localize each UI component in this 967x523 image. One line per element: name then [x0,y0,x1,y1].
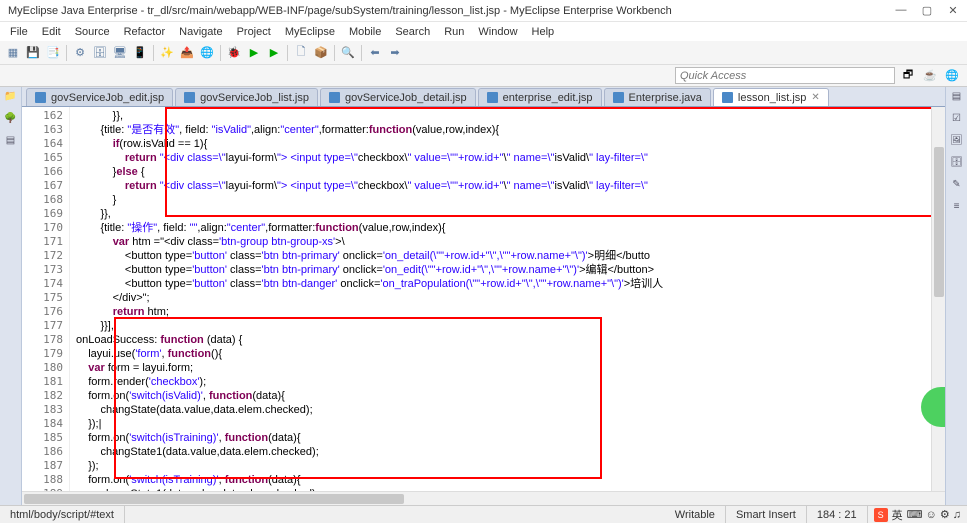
servers-icon[interactable]: 🗄 [949,157,965,173]
menu-help[interactable]: Help [526,25,561,39]
mobile-icon[interactable]: 📱 [131,44,149,62]
tasks-icon[interactable]: ☑ [949,113,965,129]
tab-label: lesson_list.jsp [738,92,806,104]
menu-myeclipse[interactable]: MyEclipse [279,25,341,39]
jsp-icon [722,92,733,103]
snippets-icon[interactable]: ✎ [949,179,965,195]
debug-icon[interactable]: 🐞 [225,44,243,62]
image-icon[interactable]: 🖼 [949,135,965,151]
menu-edit[interactable]: Edit [36,25,67,39]
status-insert: Smart Insert [726,506,807,523]
status-writable: Writable [665,506,726,523]
newclass-icon[interactable]: 🗋 [292,44,310,62]
right-trim: ▤ ☑ 🖼 🗄 ✎ ≡ [945,87,967,505]
type-hierarchy-icon[interactable]: 🌳 [3,113,19,129]
java-icon [613,92,624,103]
jsp-icon [487,92,498,103]
editor-area: govServiceJob_edit.jsp govServiceJob_lis… [22,87,945,505]
window-controls: — ▢ ✕ [895,4,959,17]
tab-enterprise-edit[interactable]: enterprise_edit.jsp [478,88,602,106]
tab-label: govServiceJob_edit.jsp [51,92,164,104]
new-icon[interactable]: ▦ [4,44,22,62]
runlast-icon[interactable]: ▶ [265,44,283,62]
ime-bar[interactable]: S 英 ⌨ ☺ ⚙ ♫ [868,507,967,523]
minimize-button[interactable]: — [895,4,907,17]
vertical-scrollbar[interactable] [931,107,945,491]
perspective-open-icon[interactable]: 🗗 [899,67,917,85]
code-editor[interactable]: 162 163 164 165 166 167 168 169 170 171 … [22,107,945,491]
package-explorer-icon[interactable]: 📁 [3,91,19,107]
menu-source[interactable]: Source [69,25,116,39]
line-numbers: 162 163 164 165 166 167 168 169 170 171 … [22,107,70,491]
outline-icon[interactable]: ▤ [949,91,965,107]
ime-lang[interactable]: 英 [892,507,903,523]
wizard-icon[interactable]: ✨ [158,44,176,62]
ime-logo-icon: S [874,508,888,522]
tab-govservicejob-edit[interactable]: govServiceJob_edit.jsp [26,88,173,106]
perspective-myeclipse-icon[interactable]: 🌐 [943,67,961,85]
toolbar: ▦ 💾 📑 ⚙ 🗄 🖥 📱 ✨ 📤 🌐 🐞 ▶ ▶ 🗋 📦 🔍 ⬅ ➡ [0,41,967,65]
window-title: MyEclipse Java Enterprise - tr_dl/src/ma… [8,5,672,17]
menu-project[interactable]: Project [231,25,277,39]
tab-label: Enterprise.java [629,92,702,104]
tab-lesson-list[interactable]: lesson_list.jsp ✕ [713,88,829,106]
back-icon[interactable]: ⬅ [366,44,384,62]
menu-file[interactable]: File [4,25,34,39]
menu-window[interactable]: Window [472,25,523,39]
title-bar: MyEclipse Java Enterprise - tr_dl/src/ma… [0,0,967,22]
tab-govservicejob-detail[interactable]: govServiceJob_detail.jsp [320,88,476,106]
scroll-thumb[interactable] [24,494,404,504]
menu-run[interactable]: Run [438,25,470,39]
status-position: 184 : 21 [807,506,868,523]
newpkg-icon[interactable]: 📦 [312,44,330,62]
search-icon[interactable]: 🔍 [339,44,357,62]
toolbar-secondary: 🗗 ☕ 🌐 [0,65,967,87]
fwd-icon[interactable]: ➡ [386,44,404,62]
tab-label: govServiceJob_list.jsp [200,92,309,104]
left-trim: 📁 🌳 ▤ [0,87,22,505]
work-area: 📁 🌳 ▤ govServiceJob_edit.jsp govServiceJ… [0,87,967,505]
minimap-icon[interactable]: ▤ [3,135,19,151]
browser-icon[interactable]: 🌐 [198,44,216,62]
close-button[interactable]: ✕ [947,4,959,17]
status-bar: html/body/script/#text Writable Smart In… [0,505,967,523]
run-icon[interactable]: ▶ [245,44,263,62]
scroll-thumb[interactable] [934,147,944,297]
quick-access-input[interactable] [675,67,895,84]
properties-icon[interactable]: ≡ [949,201,965,217]
perspective-java-icon[interactable]: ☕ [921,67,939,85]
save-icon[interactable]: 💾 [24,44,42,62]
jsp-icon [329,92,340,103]
deploy-icon[interactable]: 📤 [178,44,196,62]
saveall-icon[interactable]: 📑 [44,44,62,62]
maximize-button[interactable]: ▢ [921,4,933,17]
jsp-icon [35,92,46,103]
close-icon[interactable]: ✕ [811,92,819,103]
menu-search[interactable]: Search [389,25,436,39]
menu-mobile[interactable]: Mobile [343,25,387,39]
db-icon[interactable]: 🗄 [91,44,109,62]
jsp-icon [184,92,195,103]
status-path: html/body/script/#text [0,506,125,523]
ime-extras[interactable]: ⌨ ☺ ⚙ ♫ [907,508,961,521]
menu-refactor[interactable]: Refactor [118,25,172,39]
menu-bar: File Edit Source Refactor Navigate Proje… [0,22,967,41]
tab-enterprise-java[interactable]: Enterprise.java [604,88,711,106]
launch-icon[interactable]: ⚙ [71,44,89,62]
horizontal-scrollbar[interactable] [22,491,945,505]
server-icon[interactable]: 🖥 [111,44,129,62]
code-content[interactable]: }}, {title: "是否有效", field: "isValid",ali… [70,107,931,491]
tab-govservicejob-list[interactable]: govServiceJob_list.jsp [175,88,318,106]
tab-label: enterprise_edit.jsp [503,92,593,104]
editor-tabs: govServiceJob_edit.jsp govServiceJob_lis… [22,87,945,107]
tab-label: govServiceJob_detail.jsp [345,92,467,104]
menu-navigate[interactable]: Navigate [173,25,228,39]
